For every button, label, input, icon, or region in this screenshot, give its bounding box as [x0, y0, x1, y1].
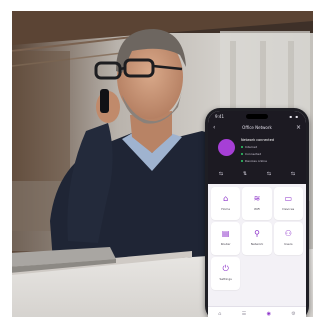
feature-tile-network[interactable]: ⚲ Network: [242, 222, 272, 255]
status-line: Devices online: [241, 158, 302, 164]
status-text: Internet: [245, 145, 257, 149]
app-header: 9:41 ▪ ▪ ‹ Office Network × Network conn…: [208, 111, 306, 184]
tile-label: WiFi: [253, 207, 261, 211]
status-dot-icon: [241, 153, 243, 155]
feature-tile-wifi[interactable]: ≋ WiFi: [242, 187, 272, 220]
quick-action-button[interactable]: ⇆: [259, 168, 279, 180]
tile-label: Settings: [219, 277, 232, 281]
feature-tile-users[interactable]: ⚇ Users: [273, 222, 303, 255]
status-text: Devices online: [245, 159, 267, 163]
tile-label: Home: [221, 207, 231, 211]
home-icon: ⌂: [223, 194, 229, 203]
feature-grid: ⌂ Home ≋ WiFi ▭ Devices ▤ Router ⚲ Network ⚇ U…: [211, 187, 303, 290]
status-time: 9:41: [215, 114, 224, 119]
network-icon: ⚲: [254, 229, 260, 238]
app-screen: 9:41 ▪ ▪ ‹ Office Network × Network conn…: [208, 111, 306, 317]
back-icon[interactable]: ‹: [213, 123, 215, 132]
laptop-icon: ▭: [284, 194, 293, 203]
users-icon: ⚇: [284, 229, 292, 238]
tab-list-icon[interactable]: ☰: [242, 311, 246, 317]
tab-network-icon[interactable]: ◉: [267, 311, 271, 317]
bottom-tab-bar: ⌂ ☰ ◉ ⚙: [208, 306, 306, 317]
feature-tile-router[interactable]: ▤ Router: [211, 222, 241, 255]
close-icon[interactable]: ×: [296, 123, 301, 132]
app-nav-row: ‹ Office Network ×: [213, 123, 301, 132]
tab-home-icon[interactable]: ⌂: [218, 311, 221, 317]
tile-label: Users: [284, 242, 293, 246]
status-line: Internet: [241, 144, 302, 150]
feature-tile-devices[interactable]: ▭ Devices: [273, 187, 303, 220]
signal-battery-icon: ▪ ▪: [289, 114, 299, 119]
router-icon: ▤: [221, 229, 230, 238]
device-avatar-icon: [218, 139, 235, 156]
power-icon: ⏻: [222, 264, 229, 273]
smartphone: 9:41 ▪ ▪ ‹ Office Network × Network conn…: [205, 108, 309, 317]
quick-actions: ⇆ ⇅ ⇆ ⇆: [211, 168, 303, 180]
hero-image: 9:41 ▪ ▪ ‹ Office Network × Network conn…: [12, 11, 313, 317]
feature-tile-home[interactable]: ⌂ Home: [211, 187, 241, 220]
status-line: Connected: [241, 151, 302, 157]
quick-action-button[interactable]: ⇆: [283, 168, 303, 180]
feature-tile-settings[interactable]: ⏻ Settings: [211, 257, 241, 290]
status-dot-icon: [241, 160, 243, 162]
status-text: Network connected: [241, 138, 274, 142]
status-dot-icon: [241, 146, 243, 148]
tile-label: Router: [220, 242, 231, 246]
tile-label: Network: [250, 242, 264, 246]
status-line: Network connected: [241, 137, 302, 143]
status-text: Connected: [245, 152, 262, 156]
quick-action-button[interactable]: ⇅: [235, 168, 255, 180]
wifi-icon: ≋: [253, 194, 261, 203]
tab-settings-icon[interactable]: ⚙: [291, 311, 295, 317]
dynamic-island: [246, 114, 268, 119]
tile-label: Devices: [282, 207, 295, 211]
network-status-list: Network connected Internet Connected Dev…: [241, 137, 302, 165]
screen-title: Office Network: [242, 125, 272, 130]
quick-action-button[interactable]: ⇆: [211, 168, 231, 180]
